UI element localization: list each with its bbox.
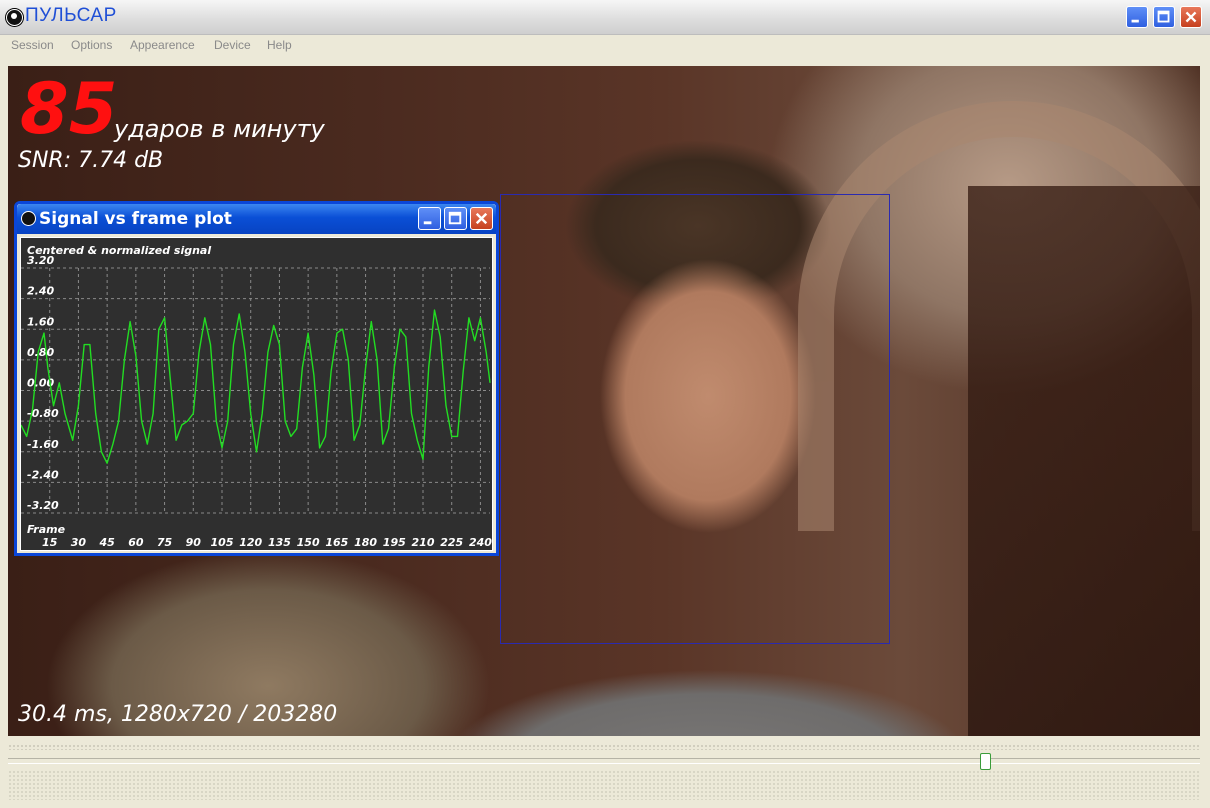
plot-maximize-button[interactable] <box>444 207 467 230</box>
close-icon <box>1185 11 1197 23</box>
playback-slider-track[interactable] <box>8 758 1200 764</box>
bpm-unit-label: ударов в минуту <box>114 115 325 143</box>
chart-title: Centered & normalized signal <box>27 244 211 257</box>
face-detection-box <box>500 194 890 644</box>
x-tick-label: 195 <box>383 536 406 549</box>
plot-minimize-button[interactable] <box>418 207 441 230</box>
app-icon <box>6 9 23 26</box>
x-tick-label: 135 <box>268 536 291 549</box>
x-tick-label: 225 <box>440 536 463 549</box>
y-tick-label: 1.60 <box>27 315 54 328</box>
y-tick-label: -1.60 <box>27 438 59 451</box>
background-doorway <box>968 186 1200 736</box>
signal-chart: Centered & normalized signal 3.20 2.40 1.60… <box>20 237 493 551</box>
maximize-button[interactable] <box>1153 6 1175 28</box>
x-tick-label: 240 <box>469 536 492 549</box>
x-tick-label: 165 <box>325 536 348 549</box>
x-tick-label: 60 <box>128 536 144 549</box>
menu-options[interactable]: Options <box>71 38 112 52</box>
y-tick-label: 3.20 <box>27 254 54 267</box>
bpm-value: 85 <box>20 68 118 150</box>
x-tick-label: 30 <box>71 536 87 549</box>
plot-app-icon <box>21 211 36 226</box>
window-titlebar[interactable]: ПУЛЬСАР <box>0 0 1210 35</box>
y-tick-label: 0.80 <box>27 346 54 359</box>
frame-status: 30.4 ms, 1280x720 / 203280 <box>18 702 338 727</box>
y-tick-label: 2.40 <box>27 285 54 298</box>
maximize-icon <box>448 211 462 225</box>
x-axis-label: Frame <box>27 523 66 536</box>
playback-slider-handle[interactable] <box>980 753 991 770</box>
y-tick-label: -2.40 <box>27 468 59 481</box>
plot-window[interactable]: Signal vs frame plot Centered & normaliz… <box>14 201 499 556</box>
slider-texture-bottom <box>8 770 1200 800</box>
x-tick-label: 150 <box>297 536 320 549</box>
x-tick-label: 75 <box>157 536 173 549</box>
plot-window-titlebar[interactable]: Signal vs frame plot <box>17 204 496 234</box>
window-title: ПУЛЬСАР <box>25 5 117 26</box>
minimize-icon <box>1131 19 1139 23</box>
playback-slider-area <box>8 740 1200 804</box>
maximize-icon <box>1157 10 1170 23</box>
close-button[interactable] <box>1180 6 1202 28</box>
minimize-icon <box>423 221 432 225</box>
snr-readout: SNR: 7.74 dB <box>18 148 164 173</box>
menu-device[interactable]: Device <box>214 38 251 52</box>
x-tick-label: 210 <box>412 536 435 549</box>
plot-close-button[interactable] <box>470 207 493 230</box>
signal-series-line <box>21 309 491 464</box>
close-icon <box>475 212 488 225</box>
minimize-button[interactable] <box>1126 6 1148 28</box>
x-tick-label: 45 <box>98 536 115 549</box>
plot-window-title: Signal vs frame plot <box>39 209 232 229</box>
y-tick-label: -3.20 <box>27 499 59 512</box>
menu-session[interactable]: Session <box>11 38 54 52</box>
x-tick-label: 15 <box>42 536 58 549</box>
menu-appearence[interactable]: Appearence <box>130 38 195 52</box>
slider-texture-top <box>8 744 1200 750</box>
x-tick-label: 90 <box>186 536 202 549</box>
x-tick-label: 180 <box>354 536 377 549</box>
x-tick-label: 105 <box>211 536 234 549</box>
menu-help[interactable]: Help <box>267 38 292 52</box>
x-tick-label: 120 <box>239 536 262 549</box>
signal-chart-svg: Centered & normalized signal3.20 2.40 1.60… <box>21 244 492 549</box>
menu-bar: Session Options Appearence Device Help <box>0 35 1210 57</box>
